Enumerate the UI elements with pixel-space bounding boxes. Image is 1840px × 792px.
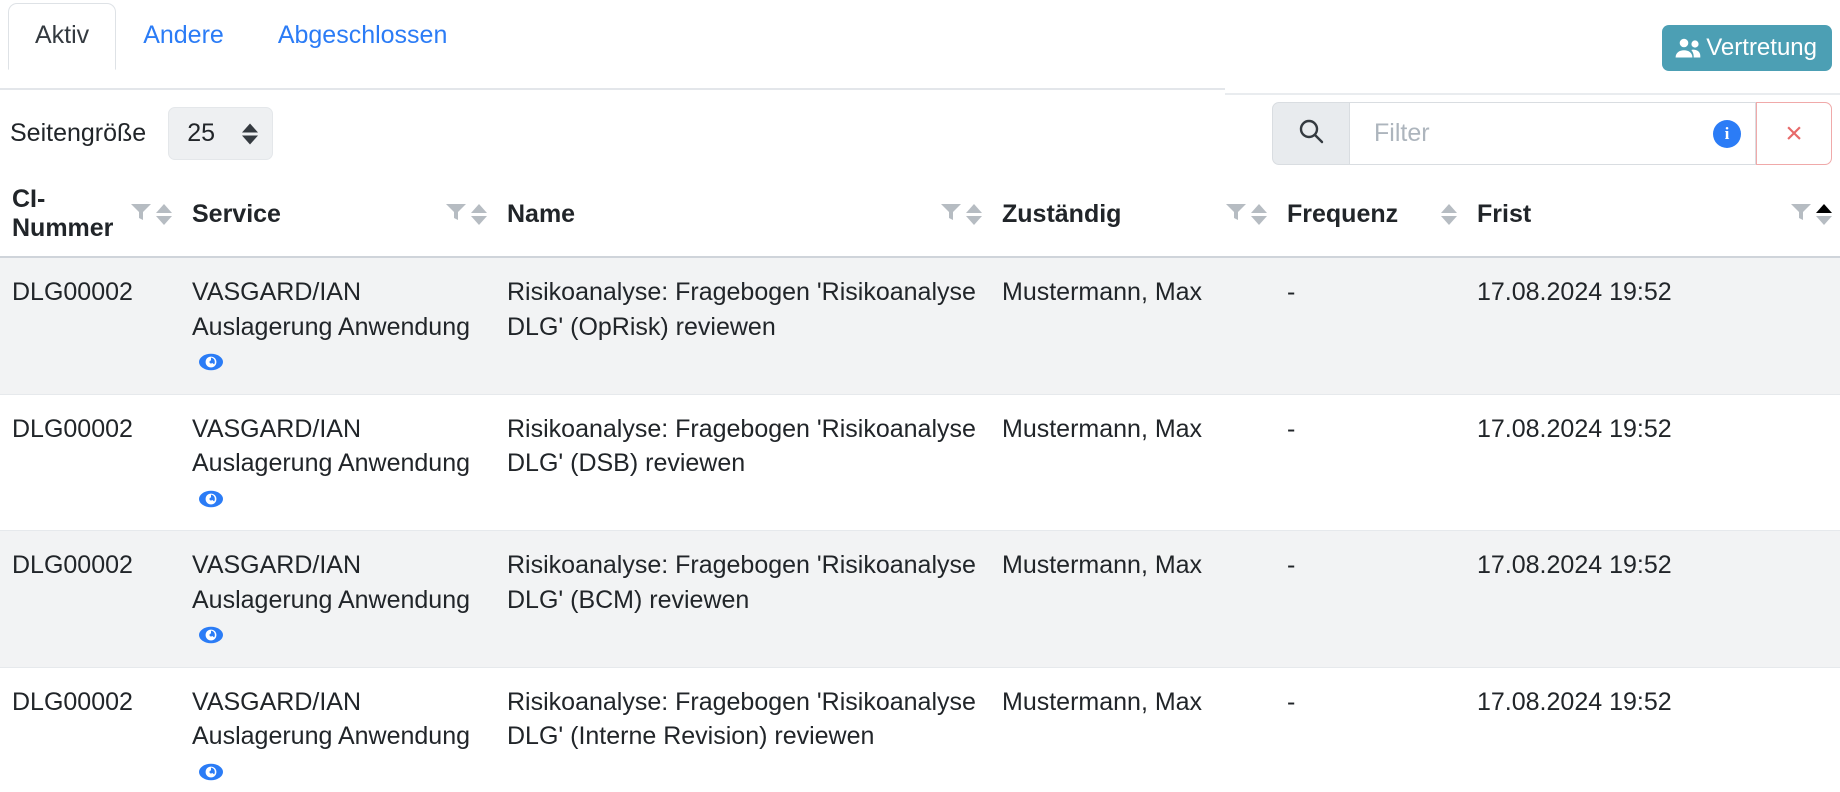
cell-frist: 17.08.2024 19:52 [1477,687,1672,716]
column-tools-service [445,200,495,229]
column-tools-frequenz [1441,203,1465,225]
vertretung-label: Vertretung [1706,34,1817,61]
cell-service: VASGARD/IAN Auslagerung Anwendung [180,412,495,519]
cell-ci-nummer: DLG00002 [12,278,133,306]
column-header-frequenz[interactable]: Frequenz [1275,200,1465,229]
page-size-label: Seitengröße [10,119,147,147]
controls-row: Seitengröße 25 i [0,100,1840,175]
page-size-select[interactable]: 25 [168,107,274,160]
tab-bar: Aktiv Andere Abgeschlossen Vertretung [0,0,1840,95]
cell-ci-nummer: DLG00002 [12,414,133,443]
filter-icon[interactable] [130,200,152,229]
column-header-name[interactable]: Name [495,200,990,229]
column-header-service[interactable]: Service [180,200,495,229]
column-label-frequenz: Frequenz [1287,199,1399,228]
eye-icon[interactable] [198,484,224,519]
tasks-table: CI-Nummer Service Name Zuständig Frequen… [0,178,1840,792]
sort-icon[interactable] [1816,203,1832,225]
filter-icon[interactable] [1225,200,1247,229]
filter-input[interactable] [1350,103,1755,164]
search-button[interactable] [1272,102,1350,165]
column-label-name: Name [507,199,576,228]
cell-zustaendig: Mustermann, Max [1002,414,1203,443]
cell-service: VASGARD/IAN Auslagerung Anwendung [180,275,495,382]
table-row[interactable]: DLG00002 VASGARD/IAN Auslagerung Anwendu… [0,667,1840,792]
cell-name: Risikoanalyse: Fragebogen 'Risikoanalyse… [507,278,976,341]
filter-field: i [1350,102,1756,165]
sort-icon[interactable] [471,203,487,225]
column-label-ci-nummer: CI-Nummer [12,185,114,242]
column-label-zustaendig: Zuständig [1002,199,1122,228]
cell-service-text: VASGARD/IAN Auslagerung Anwendung [192,687,471,751]
tab-aktiv[interactable]: Aktiv [8,3,117,70]
cell-frist: 17.08.2024 19:52 [1477,278,1672,306]
tab-abgeschlossen[interactable]: Abgeschlossen [251,3,475,70]
tab-divider-right [1225,93,1840,95]
info-icon[interactable]: i [1713,119,1741,148]
table-row[interactable]: DLG00002 VASGARD/IAN Auslagerung Anwendu… [0,531,1840,668]
cell-service-text: VASGARD/IAN Auslagerung Anwendung [192,414,471,478]
column-tools-zustaendig [1225,200,1275,229]
cell-ci-nummer: DLG00002 [12,687,133,716]
cell-frist: 17.08.2024 19:52 [1477,414,1672,443]
sort-icon[interactable] [966,203,982,225]
eye-icon[interactable] [198,757,224,792]
cell-service: VASGARD/IAN Auslagerung Anwendung [180,548,495,655]
cell-zustaendig: Mustermann, Max [1002,551,1203,579]
cell-service-text: VASGARD/IAN Auslagerung Anwendung [192,551,471,614]
column-header-frist[interactable]: Frist [1465,200,1840,229]
column-tools-frist [1790,200,1840,229]
sort-icon[interactable] [1441,203,1457,225]
cell-frequenz: - [1287,278,1296,306]
task-list-page: Aktiv Andere Abgeschlossen Vertretung Se… [0,0,1840,792]
column-label-frist: Frist [1477,199,1532,228]
cell-name: Risikoanalyse: Fragebogen 'Risikoanalyse… [507,414,976,478]
cell-name: Risikoanalyse: Fragebogen 'Risikoanalyse… [507,687,976,751]
cell-ci-nummer: DLG00002 [12,551,133,579]
page-size-value: 25 [187,119,216,147]
filter-icon[interactable] [445,200,467,229]
sort-icon[interactable] [1251,203,1267,225]
cell-service: VASGARD/IAN Auslagerung Anwendung [180,685,495,792]
tab-andere[interactable]: Andere [116,3,251,70]
tab-divider-left [0,88,1225,90]
column-label-service: Service [192,199,281,228]
column-tools-name [940,200,990,229]
page-size-control: Seitengröße 25 [10,107,274,160]
stepper-arrows-icon[interactable] [242,123,259,144]
table-header-row: CI-Nummer Service Name Zuständig Frequen… [0,178,1840,258]
filter-icon[interactable] [1790,200,1812,229]
search-icon [1296,116,1326,151]
cell-frequenz: - [1287,687,1296,716]
cell-zustaendig: Mustermann, Max [1002,687,1203,716]
column-tools-ci-nummer [130,200,180,229]
cell-frequenz: - [1287,414,1296,443]
clear-filter-button[interactable]: × [1756,102,1832,165]
cell-zustaendig: Mustermann, Max [1002,278,1203,306]
table-row[interactable]: DLG00002 VASGARD/IAN Auslagerung Anwendu… [0,258,1840,395]
cell-frequenz: - [1287,551,1296,579]
tab-list: Aktiv Andere Abgeschlossen [8,3,474,70]
table-row[interactable]: DLG00002 VASGARD/IAN Auslagerung Anwendu… [0,394,1840,531]
column-header-zustaendig[interactable]: Zuständig [990,200,1275,229]
column-header-ci-nummer[interactable]: CI-Nummer [0,185,180,243]
eye-icon[interactable] [198,620,224,655]
cell-service-text: VASGARD/IAN Auslagerung Anwendung [192,278,471,341]
people-icon [1674,36,1704,60]
filter-icon[interactable] [940,200,962,229]
cell-name: Risikoanalyse: Fragebogen 'Risikoanalyse… [507,551,976,614]
filter-group: i × [1272,102,1832,165]
cell-frist: 17.08.2024 19:52 [1477,551,1672,579]
eye-icon[interactable] [198,347,224,382]
sort-icon[interactable] [156,203,172,225]
vertretung-button[interactable]: Vertretung [1662,25,1832,71]
